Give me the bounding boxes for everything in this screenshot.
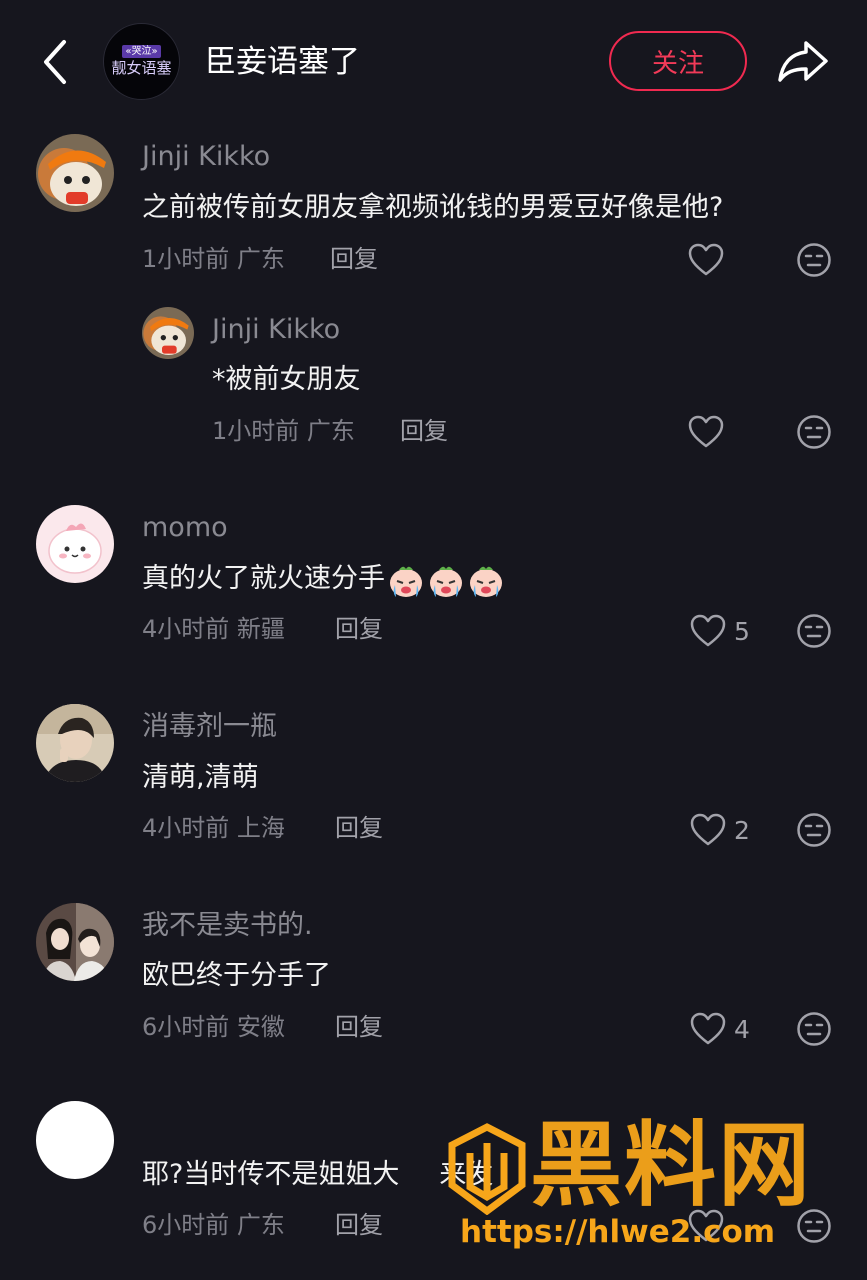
follow-button[interactable]: 关注 <box>609 31 747 91</box>
like-button[interactable]: 5 <box>690 611 750 651</box>
avatar[interactable] <box>36 903 114 981</box>
like-button[interactable]: 2 <box>690 810 750 850</box>
like-count: 5 <box>734 616 750 646</box>
like-button[interactable] <box>688 1206 724 1246</box>
comment-username[interactable]: 我不是卖书的. <box>142 908 313 944</box>
emoji-reaction-button[interactable] <box>796 242 832 278</box>
comment-text-body: 真的火了就火速分手 <box>142 563 385 594</box>
reply-time-ago: 1小时前 <box>212 417 300 445</box>
heart-icon <box>690 813 726 846</box>
comment-location: 广东 <box>236 1211 285 1239</box>
reply-button[interactable]: 回复 <box>335 811 383 845</box>
comment-location: 新疆 <box>236 615 285 643</box>
like-button[interactable]: 4 <box>690 1009 750 1049</box>
emoji-reaction-button[interactable] <box>796 1011 832 1047</box>
channel-title[interactable]: 臣妾语塞了 <box>205 40 360 84</box>
emoji-reaction-button[interactable] <box>796 613 832 649</box>
reply-button[interactable]: 回复 <box>330 242 378 276</box>
chevron-left-icon <box>44 40 66 84</box>
avatar[interactable] <box>36 1101 114 1179</box>
comment-time-ago: 6小时前 <box>142 1013 230 1041</box>
comment-time: 4小时前 新疆 <box>142 612 285 646</box>
reply-button[interactable]: 回复 <box>335 612 383 646</box>
comment-time: 4小时前 上海 <box>142 811 285 845</box>
channel-avatar[interactable]: «哭泣» 靓女语塞 <box>103 23 180 100</box>
reply-button[interactable]: 回复 <box>335 1010 383 1044</box>
watermark-url: https://hlwe2.com <box>460 1214 776 1250</box>
meh-face-icon <box>797 243 831 277</box>
comment-location: 上海 <box>236 814 285 842</box>
comment-username[interactable]: Jinji Kikko <box>142 139 270 175</box>
comment-text-tail: 来发 <box>439 1159 494 1190</box>
top-bar: «哭泣» 靓女语塞 臣妾语塞了 关注 <box>0 0 867 125</box>
comment-location: 安徽 <box>236 1013 285 1041</box>
comment-time-ago: 1小时前 <box>142 245 230 273</box>
emoji-reaction-button[interactable] <box>796 414 832 450</box>
meh-face-icon <box>797 415 831 449</box>
share-button[interactable] <box>776 37 830 85</box>
comment-username[interactable]: momo <box>142 510 228 546</box>
comment-time: 6小时前 广东 <box>142 1208 285 1242</box>
avatar[interactable] <box>36 704 114 782</box>
heart-icon <box>688 1209 724 1242</box>
comment-text: 清萌,清萌 <box>142 762 259 793</box>
reply-location: 广东 <box>306 417 355 445</box>
comment-time-ago: 6小时前 <box>142 1211 230 1239</box>
meh-face-icon <box>797 1209 831 1243</box>
comment-username[interactable]: 消毒剂一瓶 <box>142 709 277 745</box>
comment-location: 广东 <box>236 245 285 273</box>
avatar[interactable] <box>36 134 114 212</box>
crying-face-icon <box>470 566 502 597</box>
avatar[interactable] <box>142 307 194 359</box>
emoji-reaction-button[interactable] <box>796 1208 832 1244</box>
meh-face-icon <box>797 614 831 648</box>
comment-time-ago: 4小时前 <box>142 814 230 842</box>
heart-icon <box>690 614 726 647</box>
comment-text: 耶?当时传不是姐姐大 来发 <box>142 1155 493 1195</box>
crying-face-icon <box>430 566 462 597</box>
comment-text: 欧巴终于分手了 <box>142 960 331 991</box>
reply-time: 1小时前 广东 <box>212 414 355 448</box>
like-button[interactable] <box>688 240 724 280</box>
heart-icon <box>688 415 724 448</box>
like-count: 4 <box>734 1014 750 1044</box>
avatar[interactable] <box>36 505 114 583</box>
crying-face-icon <box>390 566 422 597</box>
heart-icon <box>690 1012 726 1045</box>
watermark: 黑料网 https://hlwe2.com <box>440 1112 850 1265</box>
reply-text: *被前女朋友 <box>212 364 361 395</box>
comment-time-ago: 4小时前 <box>142 615 230 643</box>
comment-text-body: 耶?当时传不是姐姐大 <box>142 1159 400 1190</box>
like-count: 2 <box>734 815 750 845</box>
emoji-reaction-button[interactable] <box>796 812 832 848</box>
reply-button[interactable]: 回复 <box>335 1208 383 1242</box>
back-button[interactable] <box>36 38 76 86</box>
channel-avatar-text: 靓女语塞 <box>111 59 172 77</box>
meh-face-icon <box>797 1012 831 1046</box>
like-button[interactable] <box>688 412 724 452</box>
share-icon <box>778 41 828 82</box>
reply-button[interactable]: 回复 <box>400 414 448 448</box>
channel-avatar-badge: «哭泣» <box>122 45 161 58</box>
watermark-title: 黑料网 <box>530 1112 813 1219</box>
heart-icon <box>688 243 724 276</box>
meh-face-icon <box>797 813 831 847</box>
comment-time: 1小时前 广东 <box>142 242 285 276</box>
reply-username[interactable]: Jinji Kikko <box>212 312 340 348</box>
comment-time: 6小时前 安徽 <box>142 1010 285 1044</box>
comment-text: 之前被传前女朋友拿视频讹钱的男爱豆好像是他? <box>142 192 724 223</box>
comment-text: 真的火了就火速分手 <box>142 559 505 599</box>
